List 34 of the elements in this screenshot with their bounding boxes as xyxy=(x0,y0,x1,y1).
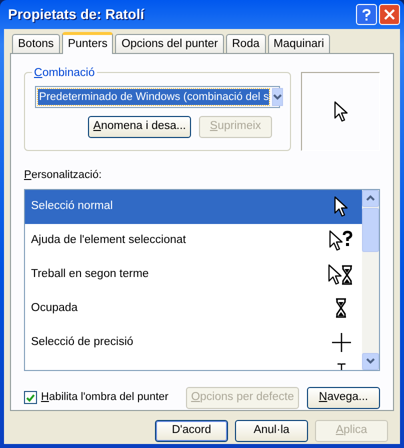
scroll-thumb[interactable] xyxy=(362,208,379,252)
busy-arrow-cursor-icon xyxy=(328,264,354,285)
crosshair-icon xyxy=(332,333,350,352)
scheme-button[interactable]: Anomena i desa... xyxy=(88,116,191,138)
dialog-button[interactable]: Anul·la xyxy=(235,420,308,442)
tab[interactable]: Roda xyxy=(226,34,266,53)
scrollbar[interactable] xyxy=(362,190,379,370)
scroll-down-icon[interactable] xyxy=(362,352,379,370)
checkbox[interactable] xyxy=(24,391,37,404)
scheme-dropdown[interactable]: Predeterminado de Windows (combinació del s xyxy=(35,86,280,108)
help-cursor-icon xyxy=(329,230,353,251)
tab[interactable]: Punters xyxy=(62,32,114,54)
list-item[interactable]: Ajuda de l'element seleccionat xyxy=(25,224,362,258)
tab[interactable]: Maquinari xyxy=(268,34,330,53)
close-button[interactable] xyxy=(379,4,400,25)
list-item[interactable]: Ocupada xyxy=(25,292,362,326)
list-item[interactable]: Selecció de precisió xyxy=(25,326,362,360)
arrow-cursor-icon xyxy=(334,101,348,122)
arrow-cursor-icon xyxy=(334,196,348,217)
help-button[interactable] xyxy=(356,4,377,25)
list-item[interactable]: Treball en segon terme xyxy=(25,258,362,292)
tab[interactable]: Botons xyxy=(12,34,60,53)
scroll-up-icon[interactable] xyxy=(362,190,379,206)
list-item[interactable]: Selecció normal xyxy=(25,190,362,224)
help-icon xyxy=(362,8,371,20)
tab[interactable]: Opcions del punter xyxy=(115,34,224,53)
window-title: Propietats de: Ratolí xyxy=(8,5,146,24)
checkbox-label: Habilita l'ombra del punter xyxy=(41,390,168,406)
dialog-button[interactable]: D'acord xyxy=(155,420,228,442)
close-icon xyxy=(384,9,395,20)
hourglass-icon xyxy=(334,298,348,319)
text-cursor-icon xyxy=(336,362,346,370)
list-label: Personalització: xyxy=(24,168,102,183)
panel-button[interactable]: Navega... xyxy=(307,386,380,408)
